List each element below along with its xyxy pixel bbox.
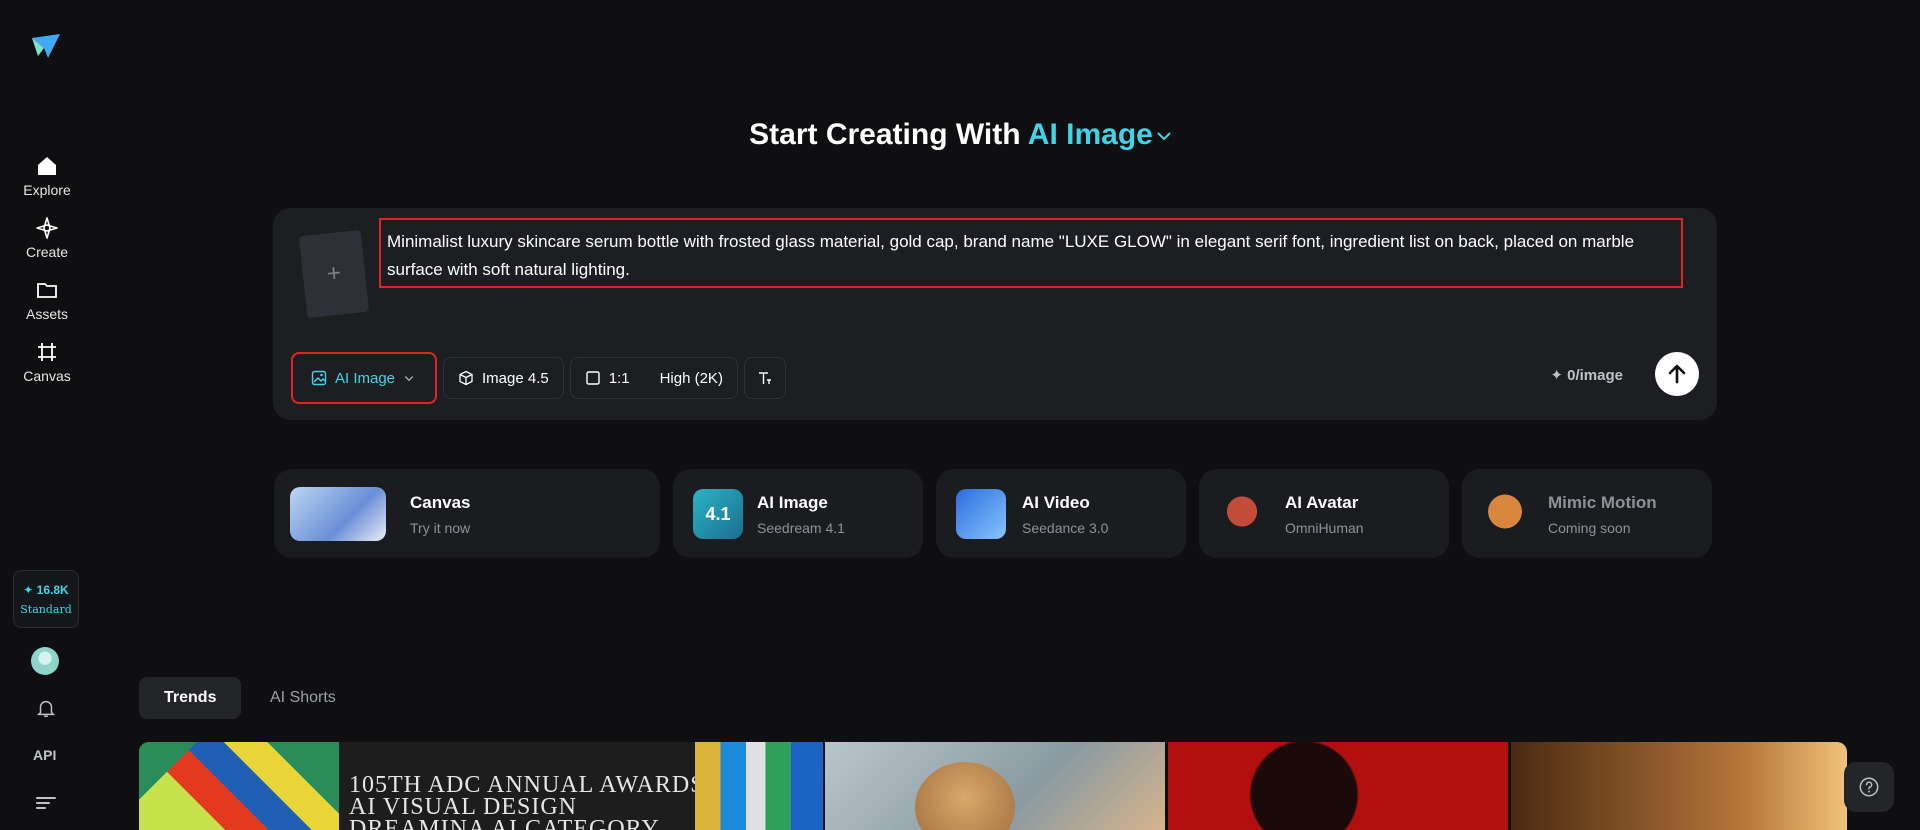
feature-subtitle: OmniHuman (1285, 520, 1364, 536)
caption-line: DREAMINA AI CATEGORY (349, 816, 660, 830)
mode-label: AI Image (335, 369, 396, 387)
quality-label: High (2K) (659, 369, 723, 387)
folder-icon (37, 283, 57, 298)
upload-reference-button[interactable]: + (298, 229, 370, 319)
plus-icon: + (325, 259, 343, 288)
title-mode-selector[interactable]: AI Image (1028, 118, 1171, 151)
image-icon (311, 370, 327, 386)
crop-frame-icon (38, 343, 56, 361)
cost-label: 0/image (1567, 367, 1623, 384)
mode-dropdown[interactable]: AI Image (291, 352, 437, 404)
caption-line: 105TH ADC ANNUAL AWARDS (349, 772, 705, 798)
caption-line: AI VISUAL DESIGN (349, 794, 577, 820)
chevron-down-icon (404, 376, 414, 382)
feature-title: AI Video (1022, 493, 1090, 512)
nav-canvas-label: Canvas (23, 368, 71, 384)
model-selector[interactable]: Image 4.5 (443, 357, 564, 399)
text-style-button[interactable] (743, 357, 786, 399)
page-title: Start Creating With AI Image (0, 118, 1920, 152)
model-label: Image 4.5 (482, 369, 549, 387)
feature-title: AI Avatar (1285, 493, 1359, 512)
feature-subtitle: Seedream 4.1 (757, 520, 845, 536)
tile-art (915, 762, 1015, 830)
title-prefix: Start Creating With (749, 118, 1021, 151)
credits-badge[interactable]: ✦ 16.8K Standard (13, 570, 79, 628)
user-avatar[interactable] (31, 647, 59, 675)
prompt-toolbar: AI Image Image 4.5 1:1 High (2K) (291, 352, 786, 404)
tile-art (695, 742, 823, 830)
credits-amount: ✦ 16.8K (23, 582, 69, 597)
cost-indicator: ✦ 0/image (1550, 367, 1623, 384)
feature-subtitle: Seedance 3.0 (1022, 520, 1109, 536)
bell-icon[interactable] (35, 697, 57, 719)
feature-subtitle: Coming soon (1548, 520, 1631, 536)
tile-art (139, 742, 339, 830)
feature-subtitle: Try it now (410, 520, 471, 536)
ai-avatar-thumbnail (1217, 489, 1267, 539)
feature-title: AI Image (757, 493, 828, 512)
nav-explore-label: Explore (23, 182, 71, 198)
gallery-tile-warm[interactable] (1511, 742, 1847, 830)
credits-plan: Standard (20, 602, 72, 616)
arrow-up-icon (1668, 364, 1686, 384)
ai-video-thumbnail (956, 489, 1006, 539)
help-button[interactable] (1844, 762, 1894, 812)
cube-icon (459, 370, 473, 386)
ai-image-thumbnail: 4.1 (693, 489, 743, 539)
ratio-label: 1:1 (608, 369, 630, 387)
prompt-card: + Minimalist luxury skincare serum bottl… (273, 208, 1717, 420)
feature-card-ai-avatar[interactable]: AI Avatar OmniHuman (1199, 469, 1449, 558)
api-link[interactable]: API (33, 747, 56, 763)
feature-title: Mimic Motion (1548, 493, 1657, 512)
chevron-down-icon (1157, 132, 1171, 141)
text-format-icon (758, 372, 771, 384)
feature-title: Canvas (410, 493, 471, 512)
tab-trends[interactable]: Trends (139, 677, 242, 719)
mimic-motion-thumbnail (1480, 489, 1530, 539)
sparkle-icon (36, 217, 58, 239)
square-ratio-icon (586, 371, 600, 385)
home-icon (38, 157, 56, 175)
feature-card-mimic-motion[interactable]: Mimic Motion Coming soon (1462, 469, 1712, 558)
tile-caption: 105TH ADC ANNUAL AWARDS AI VISUAL DESIGN… (349, 772, 705, 830)
nav-create[interactable]: Create (8, 216, 86, 272)
trends-gallery: 105TH ADC ANNUAL AWARDS AI VISUAL DESIGN… (139, 742, 1847, 830)
nav-explore[interactable]: Explore (8, 154, 86, 210)
feature-card-ai-image[interactable]: 4.1 AI Image Seedream 4.1 (673, 469, 923, 558)
credits-amount-value: 16.8K (36, 582, 69, 597)
nav-assets[interactable]: Assets (8, 278, 86, 334)
tab-ai-shorts[interactable]: AI Shorts (245, 677, 361, 719)
logo-icon[interactable] (30, 30, 62, 62)
gallery-tile-red[interactable] (1168, 742, 1508, 830)
ratio-quality-selector[interactable]: 1:1 High (2K) (569, 357, 738, 399)
title-mode-label: AI Image (1027, 118, 1153, 151)
prompt-input[interactable]: Minimalist luxury skincare serum bottle … (379, 218, 1683, 288)
canvas-thumbnail (290, 487, 386, 541)
gallery-tile-adc-awards[interactable]: 105TH ADC ANNUAL AWARDS AI VISUAL DESIGN… (139, 742, 823, 830)
nav-canvas[interactable]: Canvas (8, 340, 86, 396)
nav-assets-label: Assets (25, 306, 68, 322)
nav-create-label: Create (25, 244, 69, 260)
gallery-tile-portrait[interactable] (825, 742, 1165, 830)
feature-card-ai-video[interactable]: AI Video Seedance 3.0 (936, 469, 1186, 558)
question-icon (1859, 777, 1879, 797)
menu-icon[interactable] (35, 795, 57, 811)
feature-card-canvas[interactable]: Canvas Try it now (274, 469, 660, 558)
generate-button[interactable] (1655, 352, 1699, 396)
